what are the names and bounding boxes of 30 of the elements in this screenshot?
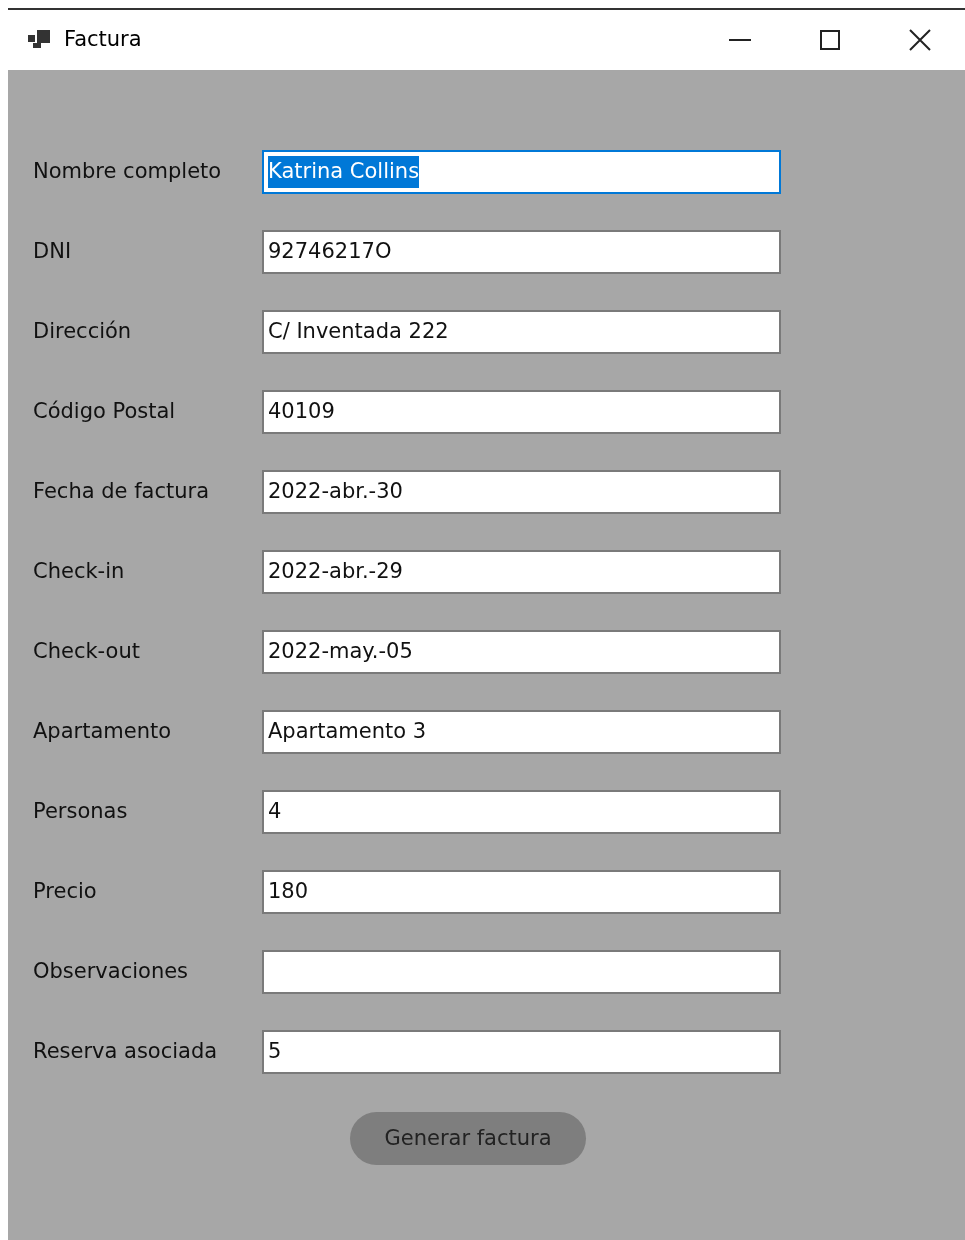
text-field[interactable]: 2022-abr.-29 [262,550,781,594]
maximize-icon [820,30,840,50]
field-label: Apartamento [32,718,173,746]
text-field[interactable]: Katrina Collins [262,150,781,194]
minimize-icon [729,39,751,41]
close-icon [909,29,931,51]
text-field[interactable] [262,950,781,994]
field-label: Check-in [32,558,126,586]
window-title: Factura [64,26,142,54]
text-field[interactable]: 92746217O [262,230,781,274]
field-label: Código Postal [32,398,177,426]
field-label: Personas [32,798,129,826]
text-field[interactable]: 5 [262,1030,781,1074]
field-label: Precio [32,878,98,906]
field-label: Fecha de factura [32,478,211,506]
text-field[interactable]: 180 [262,870,781,914]
field-label: Reserva asociada [32,1038,219,1066]
text-field[interactable]: 4 [262,790,781,834]
text-field[interactable]: 2022-abr.-30 [262,470,781,514]
text-field[interactable]: Apartamento 3 [262,710,781,754]
field-label: Observaciones [32,958,190,986]
text-field[interactable]: 2022-may.-05 [262,630,781,674]
field-label: Dirección [32,318,133,346]
field-label: Nombre completo [32,158,223,186]
field-label: DNI [32,238,73,266]
generate-invoice-button[interactable]: Generar factura [350,1112,586,1165]
field-label: Check-out [32,638,141,666]
text-field[interactable]: 40109 [262,390,781,434]
app-icon [28,30,50,50]
text-field[interactable]: C/ Inventada 222 [262,310,781,354]
